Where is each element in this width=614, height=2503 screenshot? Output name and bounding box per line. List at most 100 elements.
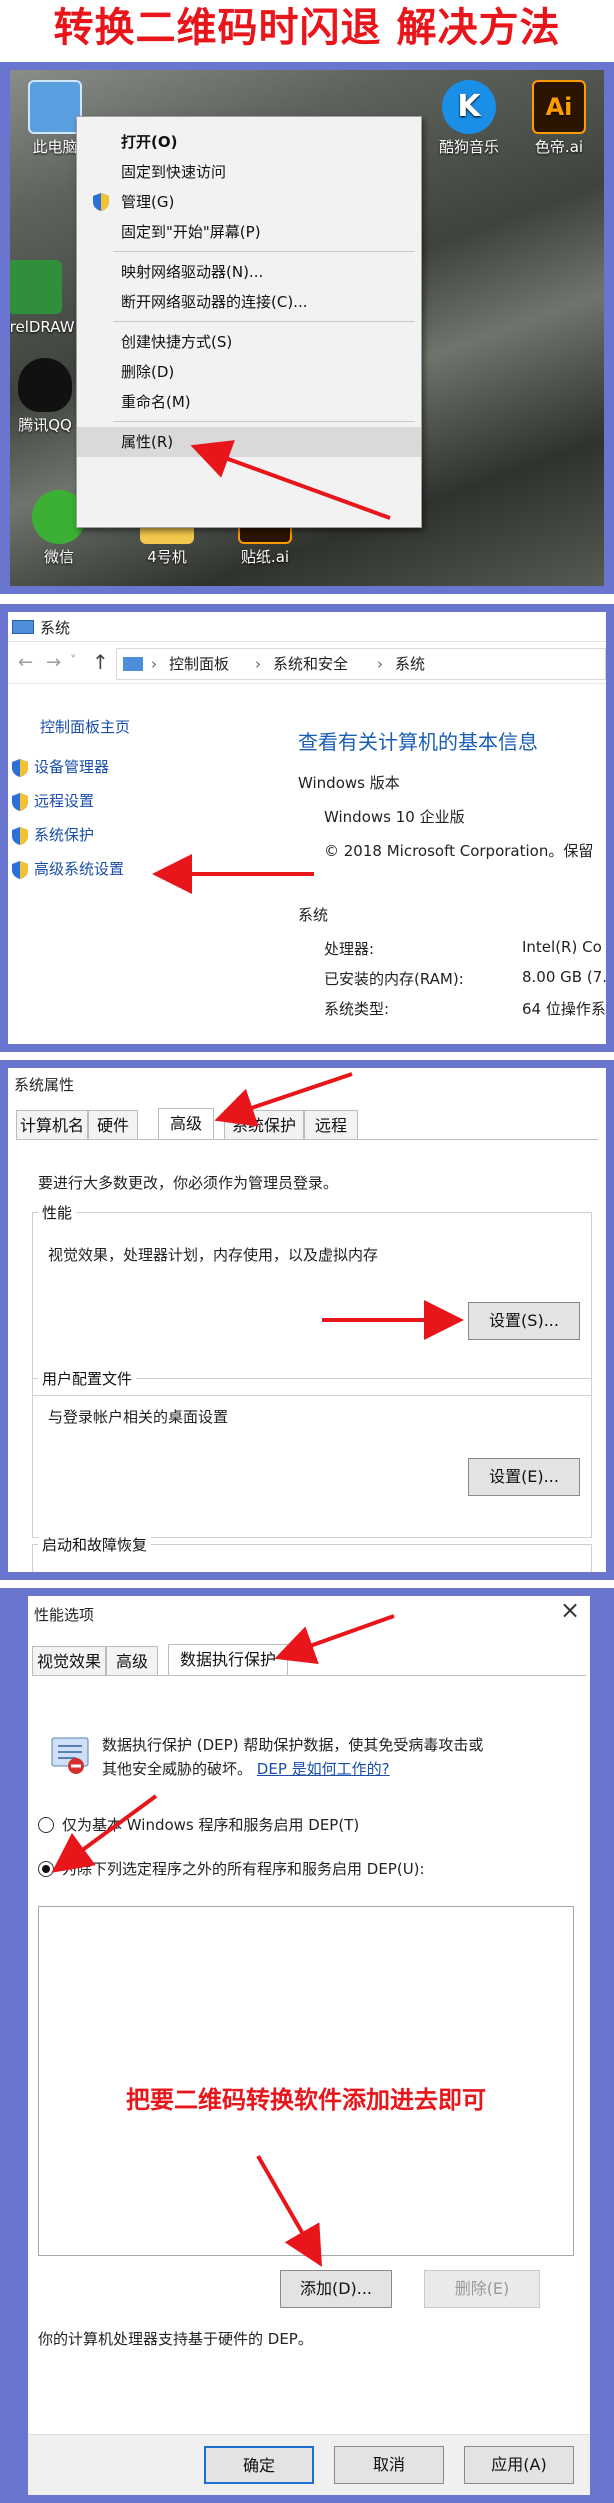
breadcrumb-control-panel[interactable]: 控制面板 xyxy=(169,649,229,679)
control-panel-icon xyxy=(123,657,143,671)
kugou-icon: K xyxy=(442,80,496,134)
tab-panel-border xyxy=(32,1675,586,1676)
menu-separator xyxy=(113,321,415,322)
illustrator-file-icon: Ai xyxy=(532,80,586,134)
remove-program-button[interactable]: 删除(E) xyxy=(424,2270,540,2308)
window-titlebar: 系统 xyxy=(8,612,606,642)
dep-all-except-radio[interactable] xyxy=(38,1861,54,1877)
performance-description: 视觉效果，处理器计划，内存使用，以及虚拟内存 xyxy=(48,1246,379,1264)
side-link-advanced-settings[interactable]: 高级系统设置 xyxy=(12,858,124,879)
page-title: 转换二维码时闪退 解决方法 xyxy=(53,5,561,51)
menu-item-disconnect-drive[interactable]: 断开网络驱动器的连接(C)... xyxy=(77,287,421,317)
side-link-remote-settings[interactable]: 远程设置 xyxy=(12,790,94,811)
dep-help-link[interactable]: DEP 是如何工作的? xyxy=(257,1760,390,1778)
startup-recovery-group-label: 启动和故障恢复 xyxy=(38,1534,152,1555)
dep-description-line-1: 数据执行保护 (DEP) 帮助保护数据，使其免受病毒攻击或 xyxy=(102,1736,484,1754)
info-row-system-type: 系统类型: 64 位操作系 xyxy=(324,1000,606,1018)
tab-computer-name[interactable]: 计算机名 xyxy=(16,1110,88,1140)
up-icon[interactable]: ↑ xyxy=(92,650,109,674)
dep-basic-label[interactable]: 仅为基本 Windows 程序和服务启用 DEP(T) xyxy=(62,1814,359,1835)
info-row-ram: 已安装的内存(RAM): 8.00 GB (7. xyxy=(324,968,606,988)
tab-panel-border xyxy=(16,1139,598,1140)
breadcrumb-system[interactable]: 系统 xyxy=(395,649,425,679)
uac-shield-icon xyxy=(12,860,28,879)
system-properties-window: 系统属性 计算机名 硬件 高级 系统保护 远程 要进行大多数更改，你必须作为管理… xyxy=(8,1068,606,1572)
desktop-icon-kugou[interactable]: K 酷狗音乐 xyxy=(424,80,514,156)
annotation-instruction: 把要二维码转换软件添加进去即可 xyxy=(126,2086,486,2114)
dep-description-line-2: 其他安全威胁的破坏。 DEP 是如何工作的? xyxy=(102,1760,390,1778)
desktop-background: 此电脑 K 酷狗音乐 Ai 色帝.ai CorelDRAW X7 (64-...… xyxy=(10,70,604,586)
system-section-label: 系统 xyxy=(298,906,329,924)
tab-visual-effects[interactable]: 视觉效果 xyxy=(32,1646,106,1676)
menu-item-properties[interactable]: 属性(R) xyxy=(77,427,421,457)
window-title: 系统属性 xyxy=(14,1076,75,1094)
performance-group-label: 性能 xyxy=(38,1202,77,1223)
forward-icon[interactable]: → xyxy=(46,652,61,673)
menu-item-delete[interactable]: 删除(D) xyxy=(77,357,421,387)
hardware-dep-note: 你的计算机处理器支持基于硬件的 DEP。 xyxy=(38,2330,313,2348)
menu-separator xyxy=(113,251,415,252)
desktop-icon-coreldraw[interactable]: CorelDRAW X7 (64-... xyxy=(10,260,149,336)
window-title: 系统 xyxy=(40,619,71,637)
tab-system-protection[interactable]: 系统保护 xyxy=(224,1110,304,1140)
ok-button[interactable]: 确定 xyxy=(204,2446,314,2484)
performance-settings-button[interactable]: 设置(S)... xyxy=(468,1302,580,1340)
menu-item-pin-start[interactable]: 固定到"开始"屏幕(P) xyxy=(77,217,421,247)
performance-options-panel: 性能选项 × 视觉效果 高级 数据执行保护 数据执行保护 (DEP) 帮助保护数… xyxy=(0,1588,614,2503)
qq-penguin-icon xyxy=(18,358,72,412)
context-menu: 打开(O) 固定到快速访问 管理(G) 固定到"开始"屏幕(P) 映射网络驱动器… xyxy=(76,116,422,528)
menu-separator xyxy=(113,421,415,422)
breadcrumb-separator-icon: › xyxy=(255,655,261,673)
uac-shield-icon xyxy=(12,758,28,777)
uac-shield-icon xyxy=(12,826,28,845)
tab-advanced[interactable]: 高级 xyxy=(106,1646,158,1676)
user-profile-settings-button[interactable]: 设置(E)... xyxy=(468,1458,580,1496)
desktop-icon-sedi-ai[interactable]: Ai 色帝.ai xyxy=(514,80,604,156)
close-icon[interactable]: × xyxy=(560,1596,580,1624)
copyright-text: © 2018 Microsoft Corporation。保留 xyxy=(324,842,594,860)
menu-item-manage[interactable]: 管理(G) xyxy=(77,187,421,217)
info-row-processor: 处理器: Intel(R) Co xyxy=(324,938,602,958)
computer-icon xyxy=(28,80,82,134)
uac-shield-icon xyxy=(93,193,109,211)
recent-dropdown-icon[interactable]: ˅ xyxy=(70,654,77,669)
breadcrumb-security[interactable]: 系统和安全 xyxy=(273,649,348,679)
tab-remote[interactable]: 远程 xyxy=(304,1110,358,1140)
side-link-device-manager[interactable]: 设备管理器 xyxy=(12,756,109,777)
system-window: 系统 ← → ˅ ↑ › 控制面板 › 系统和安全 › 系统 控制面板主页 设备… xyxy=(8,612,606,1044)
control-panel-home-link[interactable]: 控制面板主页 xyxy=(40,716,130,737)
coreldraw-icon xyxy=(10,260,62,314)
breadcrumb-separator-icon: › xyxy=(151,655,157,673)
admin-note: 要进行大多数更改，你必须作为管理员登录。 xyxy=(38,1174,339,1192)
performance-options-window: 性能选项 × 视觉效果 高级 数据执行保护 数据执行保护 (DEP) 帮助保护数… xyxy=(28,1596,590,2495)
breadcrumb: › 控制面板 › 系统和安全 › 系统 xyxy=(116,648,606,680)
menu-item-open[interactable]: 打开(O) xyxy=(77,127,421,157)
system-properties-panel: 系统属性 计算机名 硬件 高级 系统保护 远程 要进行大多数更改，你必须作为管理… xyxy=(0,1060,614,1580)
back-icon[interactable]: ← xyxy=(18,652,33,673)
system-window-icon xyxy=(12,620,34,634)
window-title: 性能选项 xyxy=(34,1606,95,1624)
dep-basic-radio[interactable] xyxy=(38,1817,54,1833)
side-link-system-protection[interactable]: 系统保护 xyxy=(12,824,94,845)
user-profile-description: 与登录帐户相关的桌面设置 xyxy=(48,1408,229,1426)
section-heading: 查看有关计算机的基本信息 xyxy=(298,730,538,754)
uac-shield-icon xyxy=(12,792,28,811)
dep-program-icon xyxy=(51,1737,89,1774)
menu-item-create-shortcut[interactable]: 创建快捷方式(S) xyxy=(77,327,421,357)
tab-advanced[interactable]: 高级 xyxy=(158,1108,214,1140)
apply-button[interactable]: 应用(A) xyxy=(464,2446,574,2484)
system-panel: 系统 ← → ˅ ↑ › 控制面板 › 系统和安全 › 系统 控制面板主页 设备… xyxy=(0,604,614,1052)
tab-data-execution-prevention[interactable]: 数据执行保护 xyxy=(168,1644,288,1676)
edition-value: Windows 10 企业版 xyxy=(324,808,465,826)
menu-item-pin-quick-access[interactable]: 固定到快速访问 xyxy=(77,157,421,187)
breadcrumb-separator-icon: › xyxy=(377,655,383,673)
menu-item-rename[interactable]: 重命名(M) xyxy=(77,387,421,417)
dep-all-except-label[interactable]: 为除下列选定程序之外的所有程序和服务启用 DEP(U): xyxy=(62,1858,425,1879)
address-bar: ← → ˅ ↑ › 控制面板 › 系统和安全 › 系统 xyxy=(8,644,606,684)
user-profile-group-label: 用户配置文件 xyxy=(38,1368,137,1389)
tab-hardware[interactable]: 硬件 xyxy=(88,1110,138,1140)
menu-item-map-drive[interactable]: 映射网络驱动器(N)... xyxy=(77,257,421,287)
add-program-button[interactable]: 添加(D)... xyxy=(280,2270,392,2308)
edition-section-label: Windows 版本 xyxy=(298,774,400,792)
cancel-button[interactable]: 取消 xyxy=(334,2446,444,2484)
